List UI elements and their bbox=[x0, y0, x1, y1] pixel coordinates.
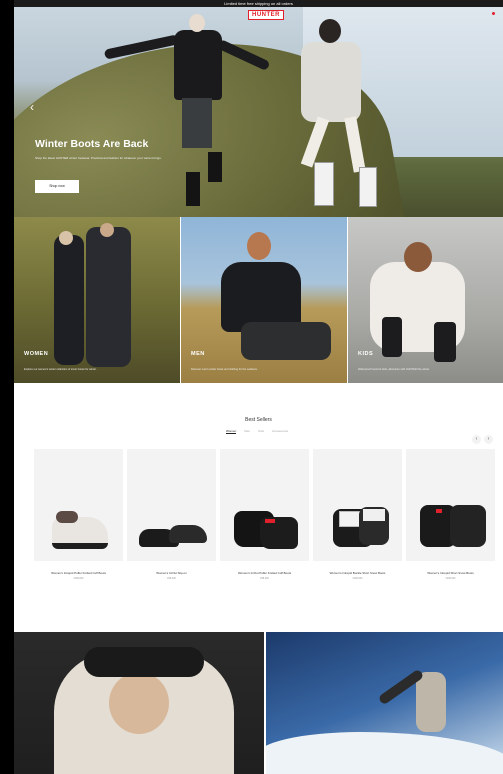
category-women[interactable]: WOMEN Explore our women's winter collect… bbox=[14, 217, 180, 383]
promo-image-left[interactable] bbox=[14, 632, 264, 774]
product-name[interactable]: Women's Intrepid Buckle Short Snow Boots bbox=[313, 571, 402, 575]
tab-accessories[interactable]: Accessories bbox=[272, 429, 288, 434]
carousel-next-icon[interactable]: › bbox=[484, 435, 493, 444]
hero-model-1 bbox=[103, 12, 271, 206]
hero-subtitle: Shop the latest HUNTER winter footwear. … bbox=[35, 156, 162, 160]
announcement-bar: Limited time free shipping on all orders bbox=[14, 0, 503, 7]
promo-image-right[interactable] bbox=[266, 632, 503, 774]
header-icons[interactable] bbox=[492, 12, 495, 15]
product-card[interactable]: Women's In/Out Slip-on ¥98,000 bbox=[127, 449, 216, 583]
category-men-desc: Discover men's winter boots and clothing… bbox=[191, 368, 258, 371]
cart-icon[interactable] bbox=[492, 12, 495, 15]
product-image[interactable] bbox=[127, 449, 216, 561]
product-price: ¥138,000 bbox=[445, 577, 456, 580]
category-women-title: WOMEN bbox=[24, 351, 49, 357]
hero-title: Winter Boots Are Back bbox=[35, 138, 149, 150]
product-price: ¥98,000 bbox=[260, 577, 269, 580]
tab-women[interactable]: Women bbox=[226, 429, 237, 434]
carousel-nav: ‹ › bbox=[472, 435, 493, 444]
best-sellers-title: Best Sellers bbox=[245, 417, 272, 423]
product-price: ¥198,000 bbox=[73, 577, 84, 580]
category-women-desc: Explore our women's winter collection of… bbox=[24, 368, 97, 371]
shop-now-button[interactable]: Shop now bbox=[35, 180, 79, 193]
carousel-prev-icon[interactable]: ‹ bbox=[472, 435, 481, 444]
product-price: ¥168,000 bbox=[352, 577, 363, 580]
category-kids[interactable]: KIDS Waterproof boots for kids, adventur… bbox=[348, 217, 503, 383]
category-kids-title: KIDS bbox=[358, 351, 374, 357]
tab-men[interactable]: Men bbox=[244, 429, 250, 434]
product-image[interactable] bbox=[34, 449, 123, 561]
hunter-logo[interactable]: HUNTER bbox=[248, 10, 284, 20]
product-card[interactable]: Women's Intrepid Buckle Short Snow Boots… bbox=[313, 449, 402, 583]
product-name[interactable]: Women's In/Out Puffer Knitted Cuff Boots bbox=[220, 571, 309, 575]
product-card[interactable]: Women's Intrepid Puffer Knitted Cuff Boo… bbox=[34, 449, 123, 583]
category-men-title: MEN bbox=[191, 351, 205, 357]
product-image[interactable] bbox=[406, 449, 495, 561]
product-card[interactable]: Women's In/Out Puffer Knitted Cuff Boots… bbox=[220, 449, 309, 583]
category-kids-desc: Waterproof boots for kids, adventure wit… bbox=[358, 368, 430, 371]
hero-banner[interactable]: HUNTER ‹ Winter Boots Are Back Shop the … bbox=[14, 7, 503, 217]
product-image[interactable] bbox=[313, 449, 402, 561]
product-name[interactable]: Women's Intrepid Puffer Knitted Cuff Boo… bbox=[34, 571, 123, 575]
hero-model-2 bbox=[279, 17, 399, 217]
page: Limited time free shipping on all orders… bbox=[14, 0, 503, 774]
hero-prev-arrow-icon[interactable]: ‹ bbox=[30, 100, 34, 114]
product-name[interactable]: Women's In/Out Slip-on bbox=[127, 571, 216, 575]
tab-kids[interactable]: Kids bbox=[258, 429, 264, 434]
category-men[interactable]: MEN Discover men's winter boots and clot… bbox=[181, 217, 347, 383]
product-image[interactable] bbox=[220, 449, 309, 561]
product-price: ¥98,000 bbox=[167, 577, 176, 580]
product-card[interactable]: Women's Intrepid Short Snow Boots ¥138,0… bbox=[406, 449, 495, 583]
best-sellers-tabs: Women Men Kids Accessories bbox=[226, 429, 288, 434]
product-name[interactable]: Women's Intrepid Short Snow Boots bbox=[406, 571, 495, 575]
